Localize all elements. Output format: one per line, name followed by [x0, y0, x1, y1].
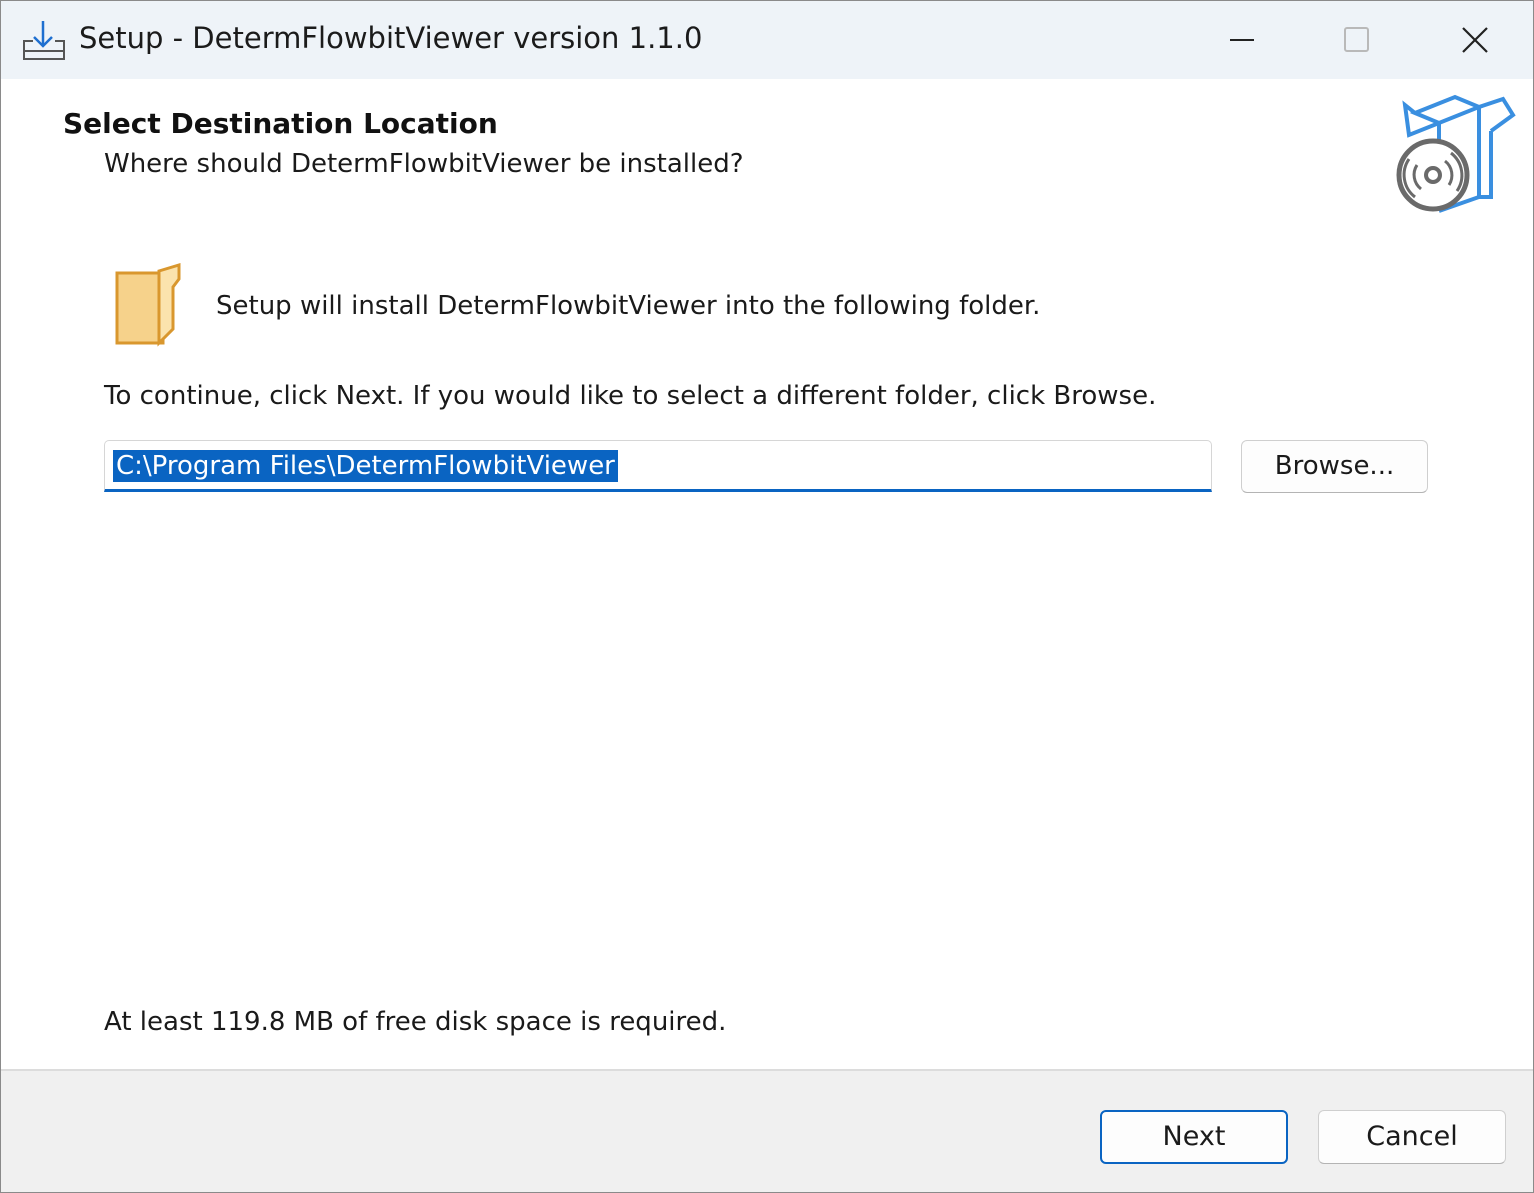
instruction-text: To continue, click Next. If you would li…: [104, 381, 1157, 411]
wizard-footer: Next Cancel: [1, 1069, 1533, 1192]
destination-path-value: C:\Program Files\DetermFlowbitViewer: [113, 450, 618, 482]
setup-window: Setup - DetermFlowbitViewer version 1.1.…: [0, 0, 1534, 1193]
minimize-button[interactable]: [1184, 1, 1300, 79]
wizard-header: Select Destination Location Where should…: [1, 79, 1533, 239]
install-description: Setup will install DetermFlowbitViewer i…: [216, 291, 1041, 321]
maximize-icon: [1344, 27, 1369, 52]
page-subtitle: Where should DetermFlowbitViewer be inst…: [104, 149, 744, 179]
maximize-button[interactable]: [1300, 1, 1416, 79]
cancel-button[interactable]: Cancel: [1318, 1110, 1506, 1164]
page-title: Select Destination Location: [63, 107, 498, 140]
folder-icon: [109, 262, 185, 349]
window-title: Setup - DetermFlowbitViewer version 1.1.…: [79, 21, 703, 55]
minimize-icon: [1230, 39, 1254, 41]
software-box-disc-icon: [1393, 91, 1519, 223]
destination-path-input[interactable]: C:\Program Files\DetermFlowbitViewer: [104, 440, 1212, 492]
close-button[interactable]: [1417, 1, 1533, 79]
next-button[interactable]: Next: [1100, 1110, 1288, 1164]
title-bar[interactable]: Setup - DetermFlowbitViewer version 1.1.…: [1, 1, 1533, 79]
browse-button[interactable]: Browse...: [1241, 440, 1428, 493]
close-icon: [1462, 27, 1488, 53]
install-download-icon: [21, 19, 67, 63]
disk-space-requirement: At least 119.8 MB of free disk space is …: [104, 1007, 727, 1037]
